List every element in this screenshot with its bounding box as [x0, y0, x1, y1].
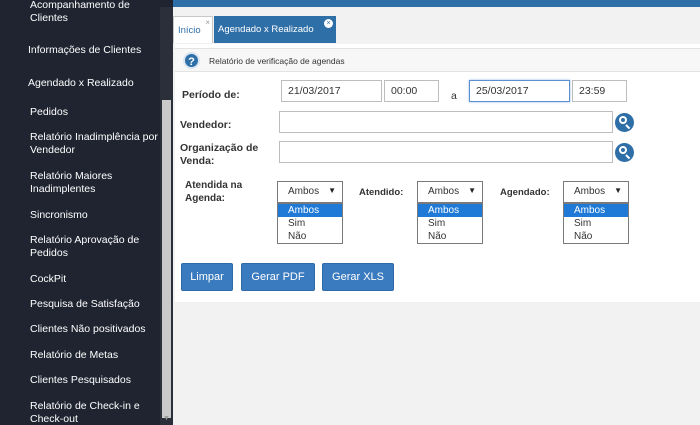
org-input[interactable] [279, 141, 613, 163]
tab-agendado-label: Agendado x Realizado [218, 24, 314, 35]
gerar-pdf-button[interactable]: Gerar PDF [241, 263, 315, 291]
org-label: Organização de Venda: [180, 142, 259, 167]
option-nao[interactable]: Não [418, 230, 482, 243]
tab-inicio[interactable]: Início × [173, 16, 213, 43]
time-from-input[interactable]: 00:00 [384, 80, 439, 102]
main-area: Início × Agendado x Realizado × ? Relató… [173, 7, 700, 425]
sidebar-item-pesquisados[interactable]: Clientes Pesquisados [30, 374, 160, 387]
vendedor-label: Vendedor: [180, 119, 232, 131]
atendida-select-value: Ambos [288, 186, 320, 197]
chevron-down-icon: ▼ [614, 186, 622, 195]
sidebar-item-agendado[interactable]: Agendado x Realizado [28, 77, 158, 90]
sidebar-item-pesquisa[interactable]: Pesquisa de Satisfação [30, 298, 160, 311]
atendida-select[interactable]: Ambos ▼ [277, 181, 343, 203]
close-icon[interactable]: × [205, 19, 210, 27]
report-title: Relatório de verificação de agendas [209, 56, 345, 66]
help-icon[interactable]: ? [183, 52, 200, 69]
tab-inicio-label: Início [178, 25, 201, 36]
gerar-xls-button[interactable]: Gerar XLS [322, 263, 394, 291]
close-icon[interactable]: × [324, 19, 333, 28]
option-sim[interactable]: Sim [564, 217, 628, 230]
atendido-label: Atendido: [359, 187, 404, 198]
sidebar-item-aprovacao[interactable]: Relatório Aprovação de Pedidos [30, 234, 160, 260]
report-panel: ? Relatório de verificação de agendas Pe… [175, 44, 700, 302]
sidebar-item-sincronismo[interactable]: Sincronismo [30, 209, 160, 222]
periodo-label: Período de: [182, 89, 240, 101]
agendado-label: Agendado: [500, 187, 550, 198]
option-nao[interactable]: Não [564, 230, 628, 243]
option-nao[interactable]: Não [278, 230, 342, 243]
report-header: ? Relatório de verificação de agendas [175, 48, 700, 72]
tab-agendado[interactable]: Agendado x Realizado × [214, 16, 336, 43]
sidebar-item-nao-positivados[interactable]: Clientes Não positivados [30, 323, 160, 336]
panel-footer [175, 303, 700, 311]
agendado-select-value: Ambos [574, 186, 606, 197]
sidebar-item-pedidos[interactable]: Pedidos [30, 106, 160, 119]
atendido-dropdown: Ambos Sim Não [417, 203, 483, 244]
atendido-select[interactable]: Ambos ▼ [417, 181, 483, 203]
chevron-down-icon: ▼ [328, 186, 336, 195]
vendedor-search-icon[interactable] [615, 113, 634, 132]
tab-bar: Início × Agendado x Realizado × [173, 7, 700, 43]
limpar-button[interactable]: Limpar [181, 263, 233, 291]
sidebar: Acompanhamento de Clientes Informações d… [0, 0, 173, 425]
date-from-input[interactable]: 21/03/2017 [281, 80, 382, 102]
range-separator: a [451, 90, 457, 102]
agendado-dropdown: Ambos Sim Não [563, 203, 629, 244]
option-ambos[interactable]: Ambos [278, 204, 342, 217]
sidebar-scrollbar-thumb[interactable] [162, 100, 171, 418]
atendida-dropdown: Ambos Sim Não [277, 203, 343, 244]
sidebar-item-inadimplencia[interactable]: Relatório Inadimplência por Vendedor [30, 131, 160, 157]
sidebar-item-maiores-inadimplentes[interactable]: Relatório Maiores Inadimplentes [30, 170, 160, 196]
scroll-down-arrow-icon[interactable]: ▼ [162, 414, 171, 423]
sidebar-item-metas[interactable]: Relatório de Metas [30, 349, 160, 362]
time-to-input[interactable]: 23:59 [572, 80, 627, 102]
agendado-select[interactable]: Ambos ▼ [563, 181, 629, 203]
sidebar-item-informacoes[interactable]: Informações de Clientes [28, 44, 158, 57]
option-ambos[interactable]: Ambos [418, 204, 482, 217]
atendido-select-value: Ambos [428, 186, 460, 197]
sidebar-item-checkin[interactable]: Relatório de Check-in e Check-out [30, 400, 160, 425]
chevron-down-icon: ▼ [468, 186, 476, 195]
org-search-icon[interactable] [615, 143, 634, 162]
option-ambos[interactable]: Ambos [564, 204, 628, 217]
date-to-input[interactable]: 25/03/2017 [469, 80, 570, 102]
atendida-label: Atendida na Agenda: [185, 180, 243, 204]
option-sim[interactable]: Sim [418, 217, 482, 230]
sidebar-item-cockpit[interactable]: CockPit [30, 273, 160, 286]
option-sim[interactable]: Sim [278, 217, 342, 230]
sidebar-item-acompanhamento[interactable]: Acompanhamento de Clientes [30, 0, 160, 25]
vendedor-input[interactable] [279, 111, 613, 133]
